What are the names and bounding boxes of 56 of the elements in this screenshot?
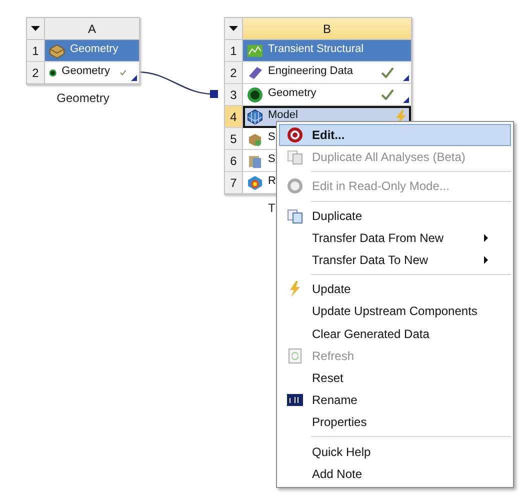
row-number: 1 xyxy=(225,40,243,62)
row-number: 2 xyxy=(27,62,45,84)
rename-icon xyxy=(287,392,303,408)
row-number: 6 xyxy=(225,150,243,172)
cell-row[interactable]: Geometry xyxy=(45,40,139,62)
cell-row[interactable]: Geometry xyxy=(45,62,139,84)
system-table[interactable]: A 1 Geometry 2 Geometry xyxy=(26,17,140,85)
disc-icon xyxy=(247,86,263,102)
cell-label: Model xyxy=(268,109,298,121)
column-header: B xyxy=(243,18,411,40)
cell-row[interactable]: Engineering Data xyxy=(243,62,411,84)
menu-item[interactable]: Quick Help xyxy=(279,440,511,463)
mesh-icon xyxy=(247,108,263,124)
row-number: 1 xyxy=(27,40,45,62)
cell-label: S xyxy=(268,131,276,143)
menu-item[interactable]: Transfer Data From New xyxy=(279,226,511,249)
menu-item[interactable]: Reset xyxy=(279,366,511,390)
menu-item[interactable]: Rename xyxy=(279,389,511,412)
cell-row[interactable]: Transient Structural xyxy=(243,40,411,62)
row-number: 4 xyxy=(225,106,243,128)
system-caption[interactable]: Geometry xyxy=(56,91,110,105)
row-number: 5 xyxy=(225,128,243,150)
cell-label: Geometry xyxy=(70,43,118,55)
cell-label: Geometry xyxy=(268,87,316,99)
menu-item[interactable]: Duplicate xyxy=(279,204,511,227)
menu-item[interactable]: Edit... xyxy=(279,124,511,146)
row-number: 2 xyxy=(225,62,243,84)
book-icon xyxy=(247,64,263,80)
cell-label: R xyxy=(268,175,276,187)
dropdown-arrow-icon[interactable] xyxy=(229,26,238,31)
result-icon xyxy=(247,174,263,190)
cell-label: Transient Structural xyxy=(268,43,364,55)
copy-icon xyxy=(287,208,303,224)
ring-icon xyxy=(287,127,303,144)
menu-item[interactable]: Properties xyxy=(279,411,511,434)
refresh-icon xyxy=(287,348,303,364)
menu-item[interactable]: Transfer Data To New xyxy=(279,248,511,272)
row-number: 3 xyxy=(225,84,243,106)
column-header: A xyxy=(45,18,139,40)
chart-icon xyxy=(247,42,263,58)
dropdown-arrow-icon[interactable] xyxy=(31,26,40,31)
copy-icon xyxy=(287,149,303,166)
cell-label: Engineering Data xyxy=(268,65,354,77)
menu-item[interactable]: Update xyxy=(279,278,511,300)
cell-label: Geometry xyxy=(62,65,110,77)
row-number: 7 xyxy=(225,172,243,194)
lightning-icon xyxy=(287,281,303,298)
menu-item[interactable]: Update Upstream Components xyxy=(279,300,511,322)
menu-item[interactable]: Add Note xyxy=(279,462,511,485)
system-caption[interactable]: T xyxy=(268,201,276,215)
ring-icon xyxy=(287,178,303,194)
box-icon xyxy=(49,42,65,58)
cell-row[interactable]: Geometry xyxy=(243,84,411,106)
cell-label: S xyxy=(268,153,276,165)
link-node-icon xyxy=(210,90,218,98)
menu-item[interactable]: Clear Generated Data xyxy=(279,322,511,345)
